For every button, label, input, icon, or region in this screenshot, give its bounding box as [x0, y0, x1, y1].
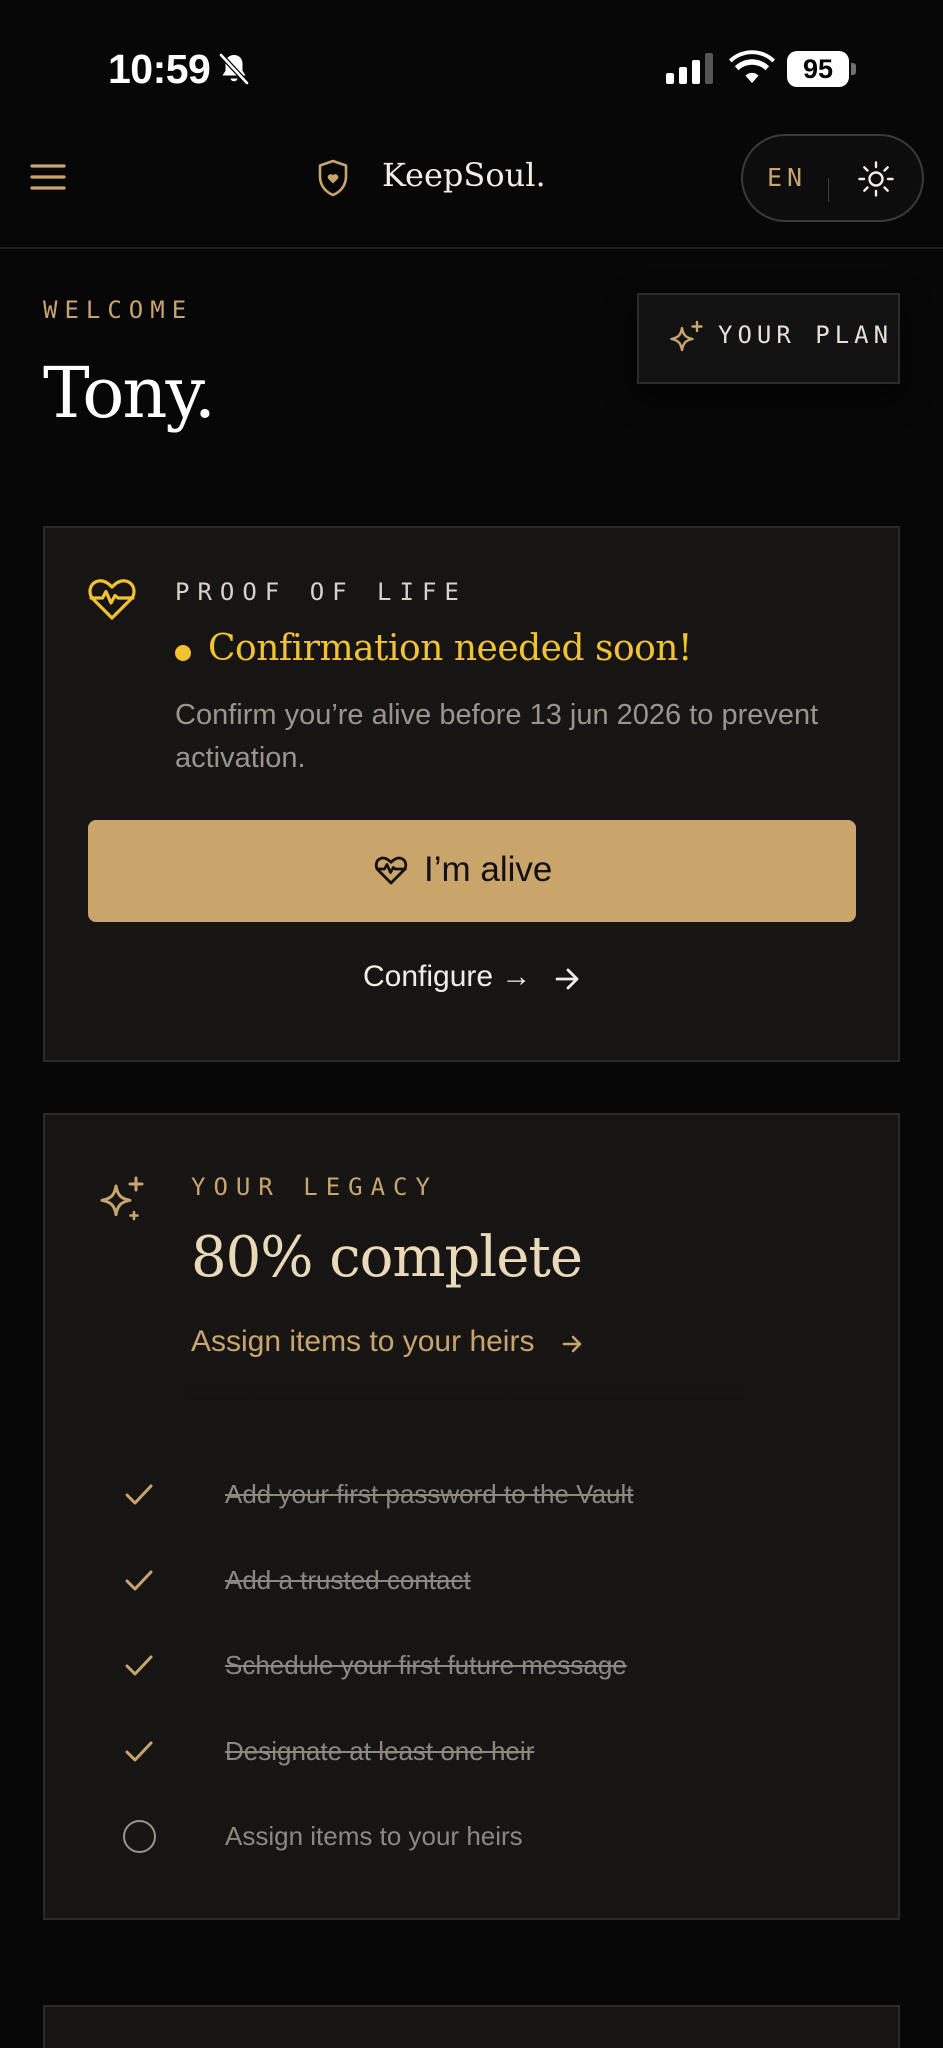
your-plan-label: YOUR PLAN — [718, 321, 894, 349]
check-icon — [125, 1741, 153, 1762]
user-name: Tony. — [43, 352, 216, 434]
heart-pulse-icon — [374, 856, 408, 885]
check-icon — [125, 1570, 153, 1591]
battery-nub — [851, 63, 856, 75]
task-label: Schedule your first future message — [225, 1650, 627, 1680]
proof-of-life-card: PROOF OF LIFE Confirmation needed soon! … — [43, 526, 900, 1062]
task-label: Designate at least one heir — [225, 1736, 535, 1766]
configure-link[interactable]: Configure → — [363, 960, 579, 994]
language-theme-toggle: EN — [741, 134, 924, 222]
next-card — [43, 2005, 900, 2048]
im-alive-button[interactable]: I’m alive — [88, 820, 856, 922]
shield-heart-icon — [318, 159, 348, 197]
divider-shadow — [185, 1380, 745, 1400]
sun-icon[interactable] — [857, 160, 895, 198]
bell-slash-icon — [219, 53, 249, 85]
sparkle-icon — [670, 320, 703, 352]
check-icon — [125, 1484, 153, 1505]
task-label: Add your first password to the Vault — [225, 1479, 634, 1509]
proof-of-life-label: PROOF OF LIFE — [175, 578, 467, 606]
circle-icon — [123, 1820, 156, 1853]
confirmation-status: Confirmation needed soon! — [208, 628, 692, 669]
confirmation-description: Confirm you’re alive before 13 jun 2026 … — [175, 699, 819, 774]
status-time: 10:59 — [108, 46, 211, 92]
toggle-divider — [828, 178, 829, 202]
task-label: Assign items to your heirs — [225, 1821, 523, 1851]
assign-items-label: Assign items to your heirs — [191, 1325, 535, 1358]
battery-icon: 95 — [787, 51, 857, 87]
language-button[interactable]: EN — [767, 163, 807, 192]
check-icon — [125, 1655, 153, 1676]
status-bar: 10:59 95 — [0, 0, 943, 120]
app-header: KeepSoul. EN — [0, 120, 943, 249]
hamburger-menu-icon[interactable] — [30, 162, 66, 192]
wifi-icon — [729, 50, 775, 83]
welcome-label: WELCOME — [43, 296, 194, 324]
your-plan-button[interactable]: YOUR PLAN — [637, 293, 900, 384]
signal-icon — [666, 53, 713, 84]
assign-items-link[interactable]: Assign items to your heirs — [191, 1325, 582, 1359]
legacy-label: YOUR LEGACY — [191, 1173, 438, 1201]
arrow-right-icon — [562, 1335, 582, 1353]
heart-pulse-icon — [88, 579, 136, 620]
configure-label: Configure → — [363, 960, 532, 993]
sparkle-icon — [100, 1176, 144, 1221]
brand-name[interactable]: KeepSoul. — [382, 156, 546, 194]
battery-level: 95 — [787, 51, 849, 87]
task-label: Add a trusted contact — [225, 1565, 471, 1595]
arrow-right-icon — [555, 968, 579, 990]
legacy-card: YOUR LEGACY 80% complete Assign items to… — [43, 1113, 900, 1920]
status-dot — [175, 645, 191, 661]
legacy-progress: 80% complete — [191, 1225, 583, 1290]
im-alive-label: I’m alive — [424, 850, 553, 889]
